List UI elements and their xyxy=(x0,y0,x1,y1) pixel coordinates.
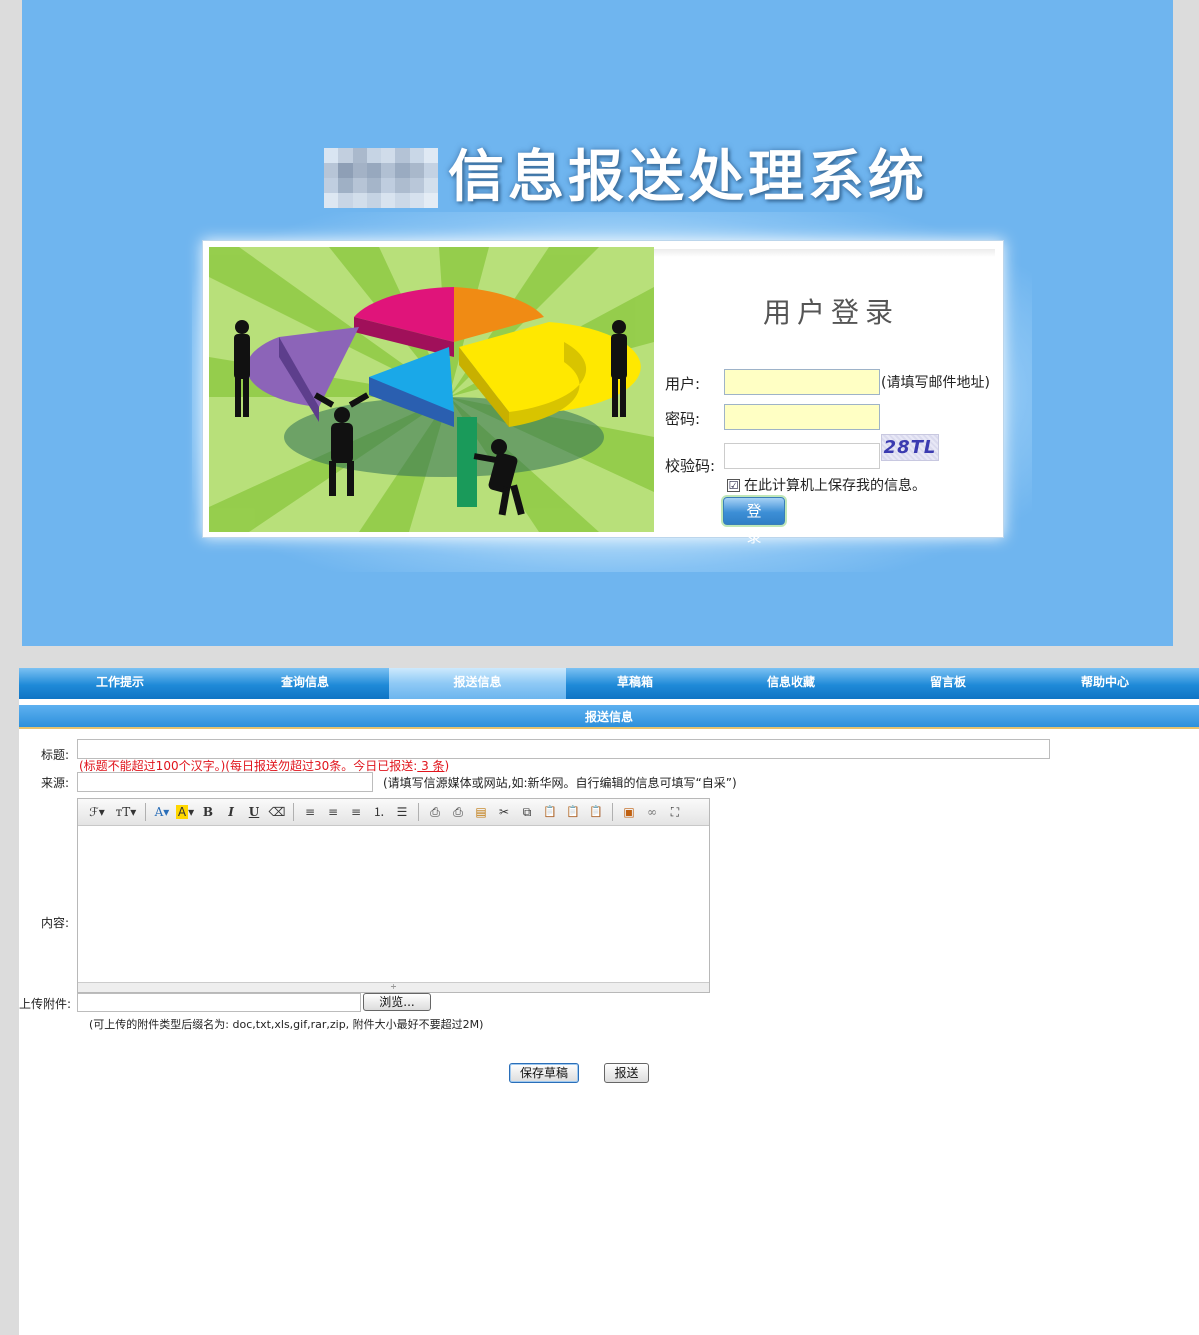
nav-item-report[interactable]: 报送信息 xyxy=(389,668,566,699)
main-nav: 工作提示 查询信息 报送信息 草稿箱 信息收藏 留言板 帮助中心 xyxy=(19,668,1199,699)
font-family-icon[interactable]: ℱ▾ xyxy=(84,802,110,822)
title-note-text: (标题不能超过100个汉字。)(每日报送勿超过30条。今日已报送: xyxy=(79,759,418,773)
nav-item-favorites[interactable]: 信息收藏 xyxy=(704,668,878,699)
nav-item-message-board[interactable]: 留言板 xyxy=(878,668,1018,699)
image-icon[interactable]: ▣ xyxy=(619,802,639,822)
captcha-input[interactable] xyxy=(724,443,880,469)
upload-note: (可上传的附件类型后缀名为: doc,txt,xls,gif,rar,zip, … xyxy=(89,1018,484,1031)
font-size-icon[interactable]: тT▾ xyxy=(113,802,139,822)
report-form-screen: 工作提示 查询信息 报送信息 草稿箱 信息收藏 留言板 帮助中心 报送信息 标题… xyxy=(19,668,1199,1335)
panel-top-shade xyxy=(653,249,995,257)
title-row: 信息报送处理系统 xyxy=(302,140,962,220)
highlight-arrow: ▾ xyxy=(188,805,195,819)
print-icon[interactable]: ⎙ xyxy=(448,802,468,822)
title-label: 标题: xyxy=(41,748,70,762)
login-panel: 用户登录 用户: (请填写邮件地址) 密码: 校验码: 28TL ☑ 在此计算机… xyxy=(202,240,1004,546)
ordered-list-icon[interactable]: ⒈ xyxy=(369,802,389,822)
cut-icon[interactable]: ✂ xyxy=(494,802,514,822)
toolbar-divider xyxy=(418,803,419,821)
nav-item-query[interactable]: 查询信息 xyxy=(221,668,389,699)
password-label: 密码: xyxy=(665,410,701,428)
fullscreen-icon[interactable]: ⛶ xyxy=(665,802,685,822)
link-icon[interactable]: ∞ xyxy=(642,802,662,822)
today-count: 3 条 xyxy=(417,759,445,773)
editor-content-area[interactable] xyxy=(78,826,709,982)
title-note-end: ) xyxy=(444,759,450,773)
paste-icon[interactable]: 📋 xyxy=(540,802,560,822)
underline-icon[interactable]: U xyxy=(244,802,264,822)
editor-resize-handle[interactable]: ÷ xyxy=(78,982,709,992)
source-label: 来源: xyxy=(41,776,70,790)
nav-item-work-tips[interactable]: 工作提示 xyxy=(19,668,221,699)
attachment-path-field[interactable] xyxy=(77,993,361,1012)
nav-item-help[interactable]: 帮助中心 xyxy=(1018,668,1192,699)
remember-checkbox[interactable]: ☑ xyxy=(727,478,740,492)
eraser-icon[interactable]: ⌫ xyxy=(267,802,287,822)
rich-text-editor: ℱ▾ тT▾ A▾ A ▾ B I U ⌫ ≡ ≡ ≡ ⒈ ☰ ⎙ ⎙ ▤ ✂ ⧉… xyxy=(77,798,710,993)
login-heading: 用户登录 xyxy=(763,296,900,329)
editor-toolbar: ℱ▾ тT▾ A▾ A ▾ B I U ⌫ ≡ ≡ ≡ ⒈ ☰ ⎙ ⎙ ▤ ✂ ⧉… xyxy=(78,799,709,826)
align-center-icon[interactable]: ≡ xyxy=(323,802,343,822)
captcha-image[interactable]: 28TL xyxy=(881,434,939,461)
preview-icon[interactable]: ⎙ xyxy=(425,802,445,822)
copy-icon[interactable]: ⧉ xyxy=(517,802,537,822)
font-color-icon[interactable]: A▾ xyxy=(152,802,172,822)
align-left-icon[interactable]: ≡ xyxy=(300,802,320,822)
blurred-logo xyxy=(324,148,438,208)
banner-illustration xyxy=(209,247,654,532)
remember-me[interactable]: ☑ 在此计算机上保存我的信息。 xyxy=(727,475,926,495)
user-input[interactable] xyxy=(724,369,880,395)
login-screen: 信息报送处理系统 用户登录 用户: (请填写邮件地址) 密码: 校验码: 28T… xyxy=(22,0,1173,646)
user-label: 用户: xyxy=(665,375,701,393)
highlight-swatch: A xyxy=(175,805,189,819)
paste-word-icon[interactable]: 📋 xyxy=(586,802,606,822)
title-input[interactable] xyxy=(77,739,1050,759)
login-button[interactable]: 登 录 xyxy=(723,497,785,546)
captcha-label: 校验码: xyxy=(665,457,716,475)
pie-chart-people-illustration xyxy=(209,247,654,532)
user-hint: (请填写邮件地址) xyxy=(881,375,990,391)
paste-text-icon[interactable]: 📋 xyxy=(563,802,583,822)
toolbar-divider xyxy=(293,803,294,821)
submit-button[interactable]: 报送 xyxy=(604,1063,649,1083)
source-input[interactable] xyxy=(77,772,373,792)
resize-icon: ÷ xyxy=(390,982,397,991)
browse-button[interactable]: 浏览... xyxy=(363,993,431,1011)
remember-label: 在此计算机上保存我的信息。 xyxy=(744,478,926,494)
save-draft-button[interactable]: 保存草稿 xyxy=(509,1063,579,1083)
template-icon[interactable]: ▤ xyxy=(471,802,491,822)
italic-icon[interactable]: I xyxy=(221,802,241,822)
toolbar-divider xyxy=(145,803,146,821)
toolbar-divider xyxy=(612,803,613,821)
nav-item-drafts[interactable]: 草稿箱 xyxy=(566,668,704,699)
bold-icon[interactable]: B xyxy=(198,802,218,822)
highlight-color-icon[interactable]: A ▾ xyxy=(175,802,195,822)
content-label: 内容: xyxy=(41,916,70,930)
system-title: 信息报送处理系统 xyxy=(448,145,928,210)
attachment-label: 上传附件: xyxy=(19,997,72,1011)
align-right-icon[interactable]: ≡ xyxy=(346,802,366,822)
password-input[interactable] xyxy=(724,404,880,430)
source-note: (请填写信源媒体或网站,如:新华网。自行编辑的信息可填写“自采”) xyxy=(383,776,737,790)
section-title-bar: 报送信息 xyxy=(19,705,1199,729)
unordered-list-icon[interactable]: ☰ xyxy=(392,802,412,822)
